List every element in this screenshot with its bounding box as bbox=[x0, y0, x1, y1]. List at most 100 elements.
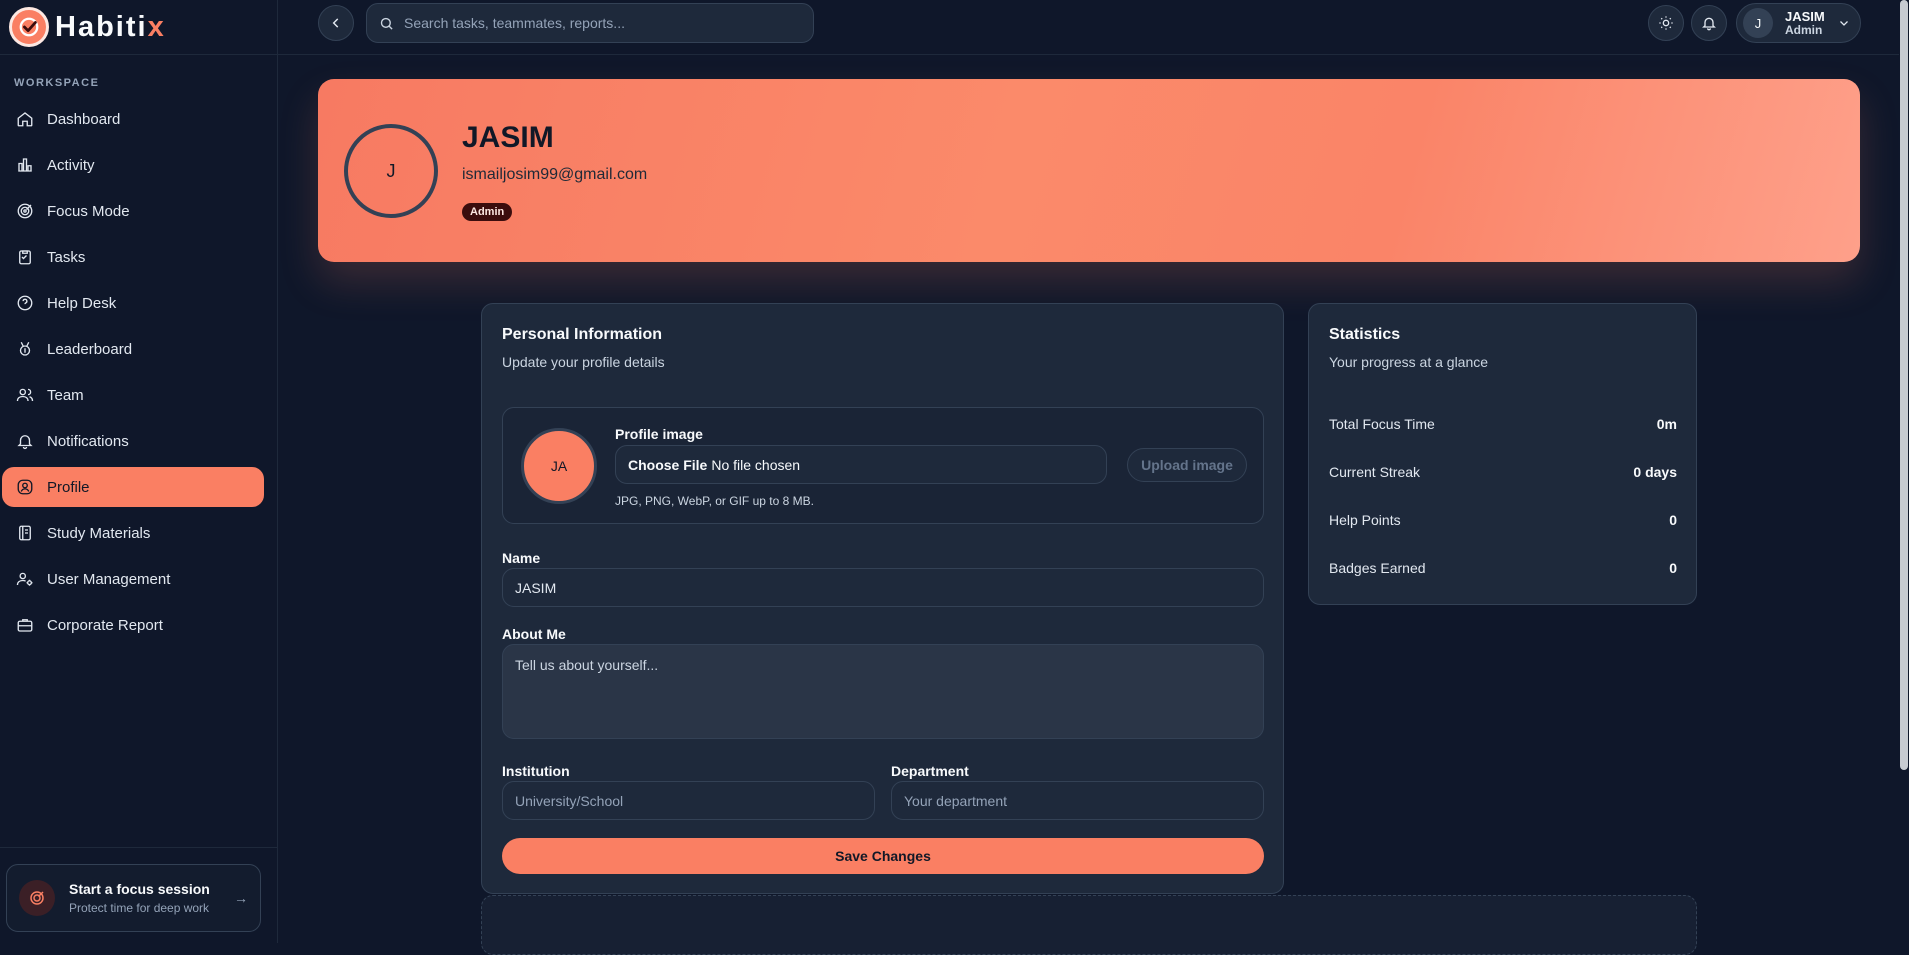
help-circle-icon bbox=[17, 295, 33, 311]
upload-image-button[interactable]: Upload image bbox=[1127, 448, 1247, 482]
sidebar-item-leaderboard[interactable]: Leaderboard bbox=[2, 329, 264, 369]
bell-icon bbox=[1702, 17, 1716, 31]
personal-information-card: Personal Information Update your profile… bbox=[481, 303, 1284, 894]
sidebar: Habitix WORKSPACE Dashboard Activity Foc… bbox=[0, 0, 278, 943]
profile-image-label: Profile image bbox=[615, 426, 703, 442]
stat-value: 0 bbox=[1669, 560, 1677, 576]
user-cog-icon bbox=[16, 572, 33, 586]
stat-label: Help Points bbox=[1329, 512, 1401, 528]
target-icon bbox=[17, 203, 33, 219]
sun-icon bbox=[1659, 16, 1673, 30]
sidebar-item-team[interactable]: Team bbox=[2, 375, 264, 415]
sidebar-item-label: Profile bbox=[47, 478, 90, 496]
sidebar-item-focus-mode[interactable]: Focus Mode bbox=[2, 191, 264, 231]
arrow-right-icon: → bbox=[234, 890, 248, 906]
sidebar-nav: Dashboard Activity Focus Mode Tasks Help… bbox=[0, 99, 277, 645]
search-icon bbox=[380, 17, 393, 30]
stat-label: Badges Earned bbox=[1329, 560, 1426, 576]
sidebar-item-label: Activity bbox=[47, 156, 95, 174]
avatar: J bbox=[1743, 8, 1773, 38]
profile-image-preview: JA bbox=[521, 428, 597, 504]
target-icon bbox=[19, 880, 55, 916]
file-status: No file chosen bbox=[711, 456, 801, 473]
search-input[interactable] bbox=[404, 15, 804, 31]
stat-value: 0 days bbox=[1633, 464, 1677, 480]
profile-hero-banner: J JASIM ismailjosim99@gmail.com Admin bbox=[318, 79, 1860, 262]
page-scrollbar[interactable] bbox=[1899, 0, 1909, 943]
role-badge: Admin bbox=[462, 203, 513, 221]
logo-check-icon bbox=[9, 7, 49, 47]
collapse-sidebar-button[interactable] bbox=[318, 5, 354, 41]
profile-email: ismailjosim99@gmail.com bbox=[462, 166, 648, 183]
name-field[interactable] bbox=[502, 568, 1264, 607]
clipboard-icon bbox=[19, 250, 31, 265]
chevron-down-icon bbox=[1840, 21, 1848, 26]
stat-row-badges-earned: Badges Earned 0 bbox=[1329, 560, 1677, 576]
department-field[interactable] bbox=[891, 781, 1264, 820]
card-subtitle: Update your profile details bbox=[502, 354, 665, 370]
stat-row-total-focus-time: Total Focus Time 0m bbox=[1329, 416, 1677, 432]
sidebar-item-label: Study Materials bbox=[47, 524, 151, 542]
about-me-label: About Me bbox=[502, 626, 566, 642]
users-icon bbox=[16, 388, 34, 402]
name-label: Name bbox=[502, 550, 541, 566]
choose-file-button[interactable]: Choose File bbox=[628, 457, 707, 473]
sidebar-item-notifications[interactable]: Notifications bbox=[2, 421, 264, 461]
card-title: Statistics bbox=[1329, 326, 1401, 343]
sidebar-item-label: Tasks bbox=[47, 248, 86, 266]
institution-label: Institution bbox=[502, 763, 570, 779]
sidebar-item-label: Leaderboard bbox=[47, 340, 133, 358]
sidebar-item-help-desk[interactable]: Help Desk bbox=[2, 283, 264, 323]
logo[interactable]: Habitix bbox=[0, 0, 277, 55]
user-menu-button[interactable]: J JASIM Admin bbox=[1736, 3, 1861, 43]
sidebar-item-label: Help Desk bbox=[47, 294, 117, 312]
focus-card-subtitle: Protect time for deep work bbox=[69, 901, 210, 915]
profile-image-section: JA Profile image Choose File No file cho… bbox=[502, 407, 1264, 524]
statistics-card: Statistics Your progress at a glance Tot… bbox=[1308, 303, 1697, 605]
user-role: Admin bbox=[1785, 22, 1823, 37]
sidebar-item-label: Dashboard bbox=[47, 110, 121, 128]
about-me-field[interactable] bbox=[502, 644, 1264, 739]
sidebar-item-label: Notifications bbox=[47, 432, 129, 450]
profile-name: JASIM bbox=[462, 121, 554, 154]
sidebar-item-dashboard[interactable]: Dashboard bbox=[2, 99, 264, 139]
sidebar-item-study-materials[interactable]: Study Materials bbox=[2, 513, 264, 553]
sidebar-item-label: Corporate Report bbox=[47, 616, 163, 634]
app-name: Habitix bbox=[55, 10, 166, 43]
sidebar-item-label: Focus Mode bbox=[47, 202, 130, 220]
file-input[interactable]: Choose File No file chosen bbox=[615, 445, 1107, 484]
sidebar-section-label: WORKSPACE bbox=[14, 77, 100, 89]
stat-row-help-points: Help Points 0 bbox=[1329, 512, 1677, 528]
sidebar-item-profile[interactable]: Profile bbox=[2, 467, 264, 507]
profile-avatar[interactable]: J bbox=[344, 124, 438, 218]
start-focus-session-card[interactable]: Start a focus session Protect time for d… bbox=[6, 864, 261, 932]
user-circle-icon bbox=[17, 479, 33, 495]
topbar: J JASIM Admin bbox=[278, 0, 1899, 55]
briefcase-icon bbox=[17, 619, 33, 632]
focus-card-title: Start a focus session bbox=[69, 881, 210, 897]
sidebar-item-corporate-report[interactable]: Corporate Report bbox=[2, 605, 264, 645]
additional-section-card bbox=[481, 895, 1697, 955]
chevron-left-icon bbox=[332, 18, 339, 28]
save-changes-button[interactable]: Save Changes bbox=[502, 838, 1264, 874]
sidebar-divider bbox=[0, 847, 278, 848]
sidebar-item-activity[interactable]: Activity bbox=[2, 145, 264, 185]
card-title: Personal Information bbox=[502, 326, 663, 343]
stat-row-current-streak: Current Streak 0 days bbox=[1329, 464, 1677, 480]
bar-chart-icon bbox=[18, 158, 32, 172]
institution-field[interactable] bbox=[502, 781, 875, 820]
scrollbar-thumb[interactable] bbox=[1900, 0, 1908, 770]
user-name: JASIM bbox=[1785, 8, 1825, 24]
search-bar[interactable] bbox=[366, 3, 814, 43]
theme-toggle-button[interactable] bbox=[1648, 5, 1684, 41]
bell-icon bbox=[17, 435, 33, 450]
stat-label: Total Focus Time bbox=[1329, 416, 1435, 432]
sidebar-item-tasks[interactable]: Tasks bbox=[2, 237, 264, 277]
notifications-button[interactable] bbox=[1691, 5, 1727, 41]
award-icon bbox=[19, 341, 31, 356]
stat-label: Current Streak bbox=[1329, 464, 1421, 480]
stat-value: 0m bbox=[1656, 416, 1677, 432]
book-icon bbox=[19, 525, 31, 541]
file-type-hint: JPG, PNG, WebP, or GIF up to 8 MB. bbox=[615, 494, 814, 508]
sidebar-item-user-management[interactable]: User Management bbox=[2, 559, 264, 599]
